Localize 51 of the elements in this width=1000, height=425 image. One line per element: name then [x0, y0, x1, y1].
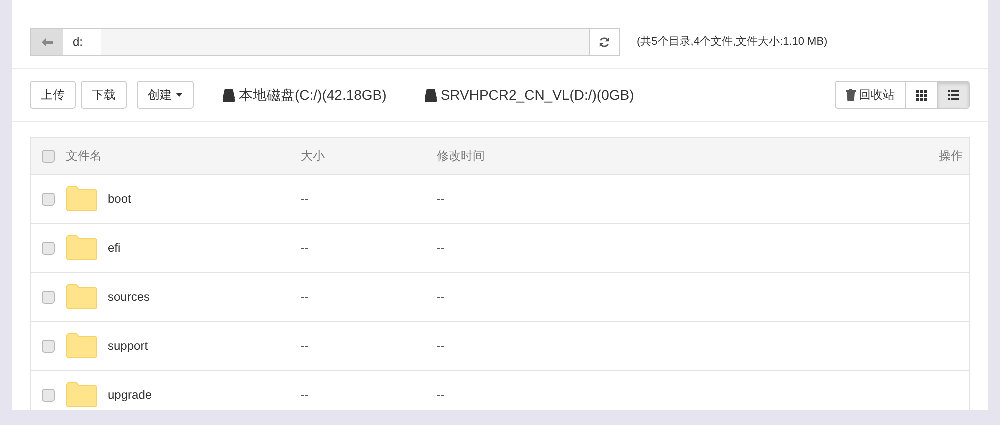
folder-icon: [66, 333, 98, 359]
table-cell-text: --: [437, 240, 445, 257]
checkbox[interactable]: [42, 150, 55, 162]
column-header: 文件名: [66, 148, 103, 165]
grid-icon: [916, 90, 927, 100]
column-header: 操作: [939, 148, 963, 165]
toolbar-button[interactable]: 上传: [30, 81, 76, 109]
table-cell-text: --: [301, 387, 310, 404]
directory-summary: (共5个目录,4个文件,文件大小:1.10 MB): [637, 34, 828, 50]
caret-icon: [176, 93, 183, 97]
table-cell-text: --: [437, 338, 445, 355]
checkbox[interactable]: [42, 242, 55, 254]
trash-icon: [846, 89, 856, 101]
checkbox[interactable]: [42, 340, 55, 352]
refresh-button[interactable]: [590, 28, 620, 56]
table-cell-text: --: [437, 289, 445, 306]
folder-name-link[interactable]: sources: [108, 288, 150, 306]
column-header: 修改时间: [437, 148, 485, 165]
folder-name-link[interactable]: efi: [108, 239, 121, 257]
list-icon: [948, 90, 959, 100]
table-cell-text: --: [301, 191, 310, 208]
hard-drive-icon: [424, 88, 437, 102]
view-toggle-button[interactable]: [906, 81, 938, 109]
hard-drive-icon: [223, 88, 235, 102]
toolbar-button[interactable]: 下载: [81, 81, 127, 109]
folder-icon: [66, 235, 98, 261]
recycle-bin-button[interactable]: 回收站: [835, 81, 906, 109]
table-cell-text: --: [437, 191, 445, 208]
create-dropdown-button[interactable]: 创建: [137, 81, 194, 109]
path-bar[interactable]: d:: [30, 28, 590, 56]
folder-icon: [66, 186, 98, 212]
drive-link[interactable]: SRVHPCR2_CN_VL(D:/)(0GB): [424, 84, 634, 106]
table-cell-text: --: [437, 387, 445, 404]
checkbox[interactable]: [42, 192, 55, 206]
back-arrow-icon: [42, 38, 52, 46]
checkbox[interactable]: [42, 290, 55, 304]
table-cell-text: --: [301, 240, 310, 257]
checkbox[interactable]: [42, 388, 55, 402]
folder-icon: [66, 382, 98, 408]
path-segment[interactable]: d:: [63, 29, 102, 55]
view-toggle-button[interactable]: [938, 81, 970, 109]
folder-name-link[interactable]: support: [108, 337, 148, 355]
back-button[interactable]: [31, 29, 63, 55]
table-cell-text: --: [301, 289, 310, 306]
drive-link[interactable]: 本地磁盘(C:/)(42.18GB): [223, 84, 387, 106]
table-cell-text: --: [301, 338, 310, 355]
folder-icon: [66, 284, 98, 310]
column-header: 大小: [301, 148, 326, 165]
folder-name-link[interactable]: boot: [108, 190, 132, 208]
folder-name-link[interactable]: upgrade: [108, 386, 152, 404]
refresh-icon: [599, 36, 610, 48]
